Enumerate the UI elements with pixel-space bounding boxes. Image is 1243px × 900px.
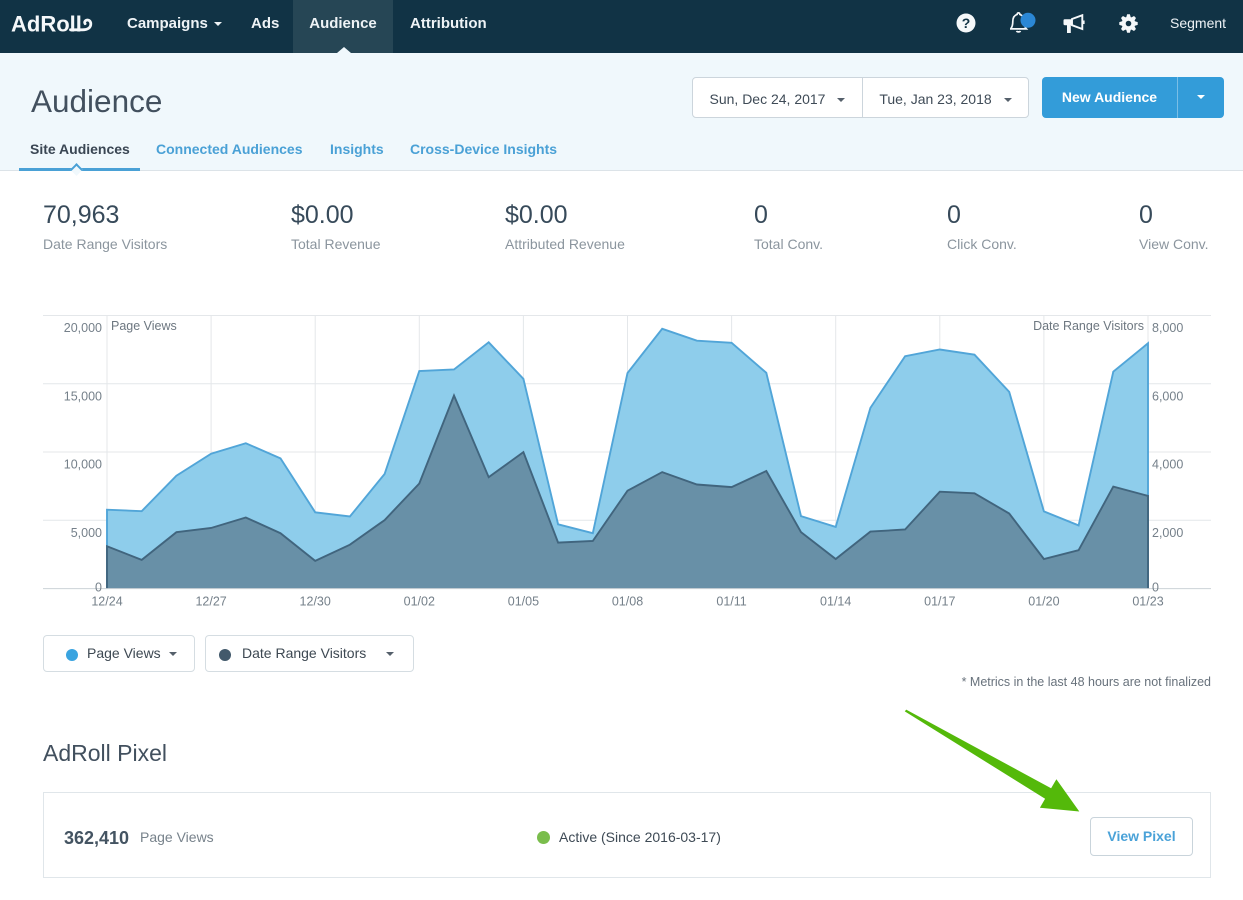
- svg-text:6,000: 6,000: [1152, 389, 1183, 403]
- svg-text:01/20: 01/20: [1028, 595, 1059, 609]
- svg-text:01/23: 01/23: [1132, 595, 1163, 609]
- svg-text:2,000: 2,000: [1152, 526, 1183, 540]
- svg-text:0: 0: [95, 581, 102, 595]
- svg-text:01/17: 01/17: [924, 595, 955, 609]
- svg-text:?: ?: [962, 15, 971, 31]
- svg-text:12/30: 12/30: [300, 595, 331, 609]
- svg-text:12/24: 12/24: [91, 595, 122, 609]
- svg-text:15,000: 15,000: [64, 389, 102, 403]
- svg-text:Page Views: Page Views: [111, 319, 177, 333]
- svg-text:0: 0: [1152, 581, 1159, 595]
- svg-text:01/11: 01/11: [716, 595, 746, 609]
- svg-text:Date Range Visitors: Date Range Visitors: [1033, 319, 1144, 333]
- svg-text:5,000: 5,000: [71, 526, 102, 540]
- svg-text:10,000: 10,000: [64, 458, 102, 472]
- svg-text:4,000: 4,000: [1152, 458, 1183, 472]
- svg-text:01/05: 01/05: [508, 595, 539, 609]
- svg-text:8,000: 8,000: [1152, 321, 1183, 335]
- svg-text:01/02: 01/02: [404, 595, 435, 609]
- svg-text:AdRoll: AdRoll: [11, 12, 82, 37]
- svg-text:01/14: 01/14: [820, 595, 851, 609]
- svg-text:12/27: 12/27: [195, 595, 226, 609]
- svg-text:01/08: 01/08: [612, 595, 643, 609]
- svg-text:20,000: 20,000: [64, 321, 102, 335]
